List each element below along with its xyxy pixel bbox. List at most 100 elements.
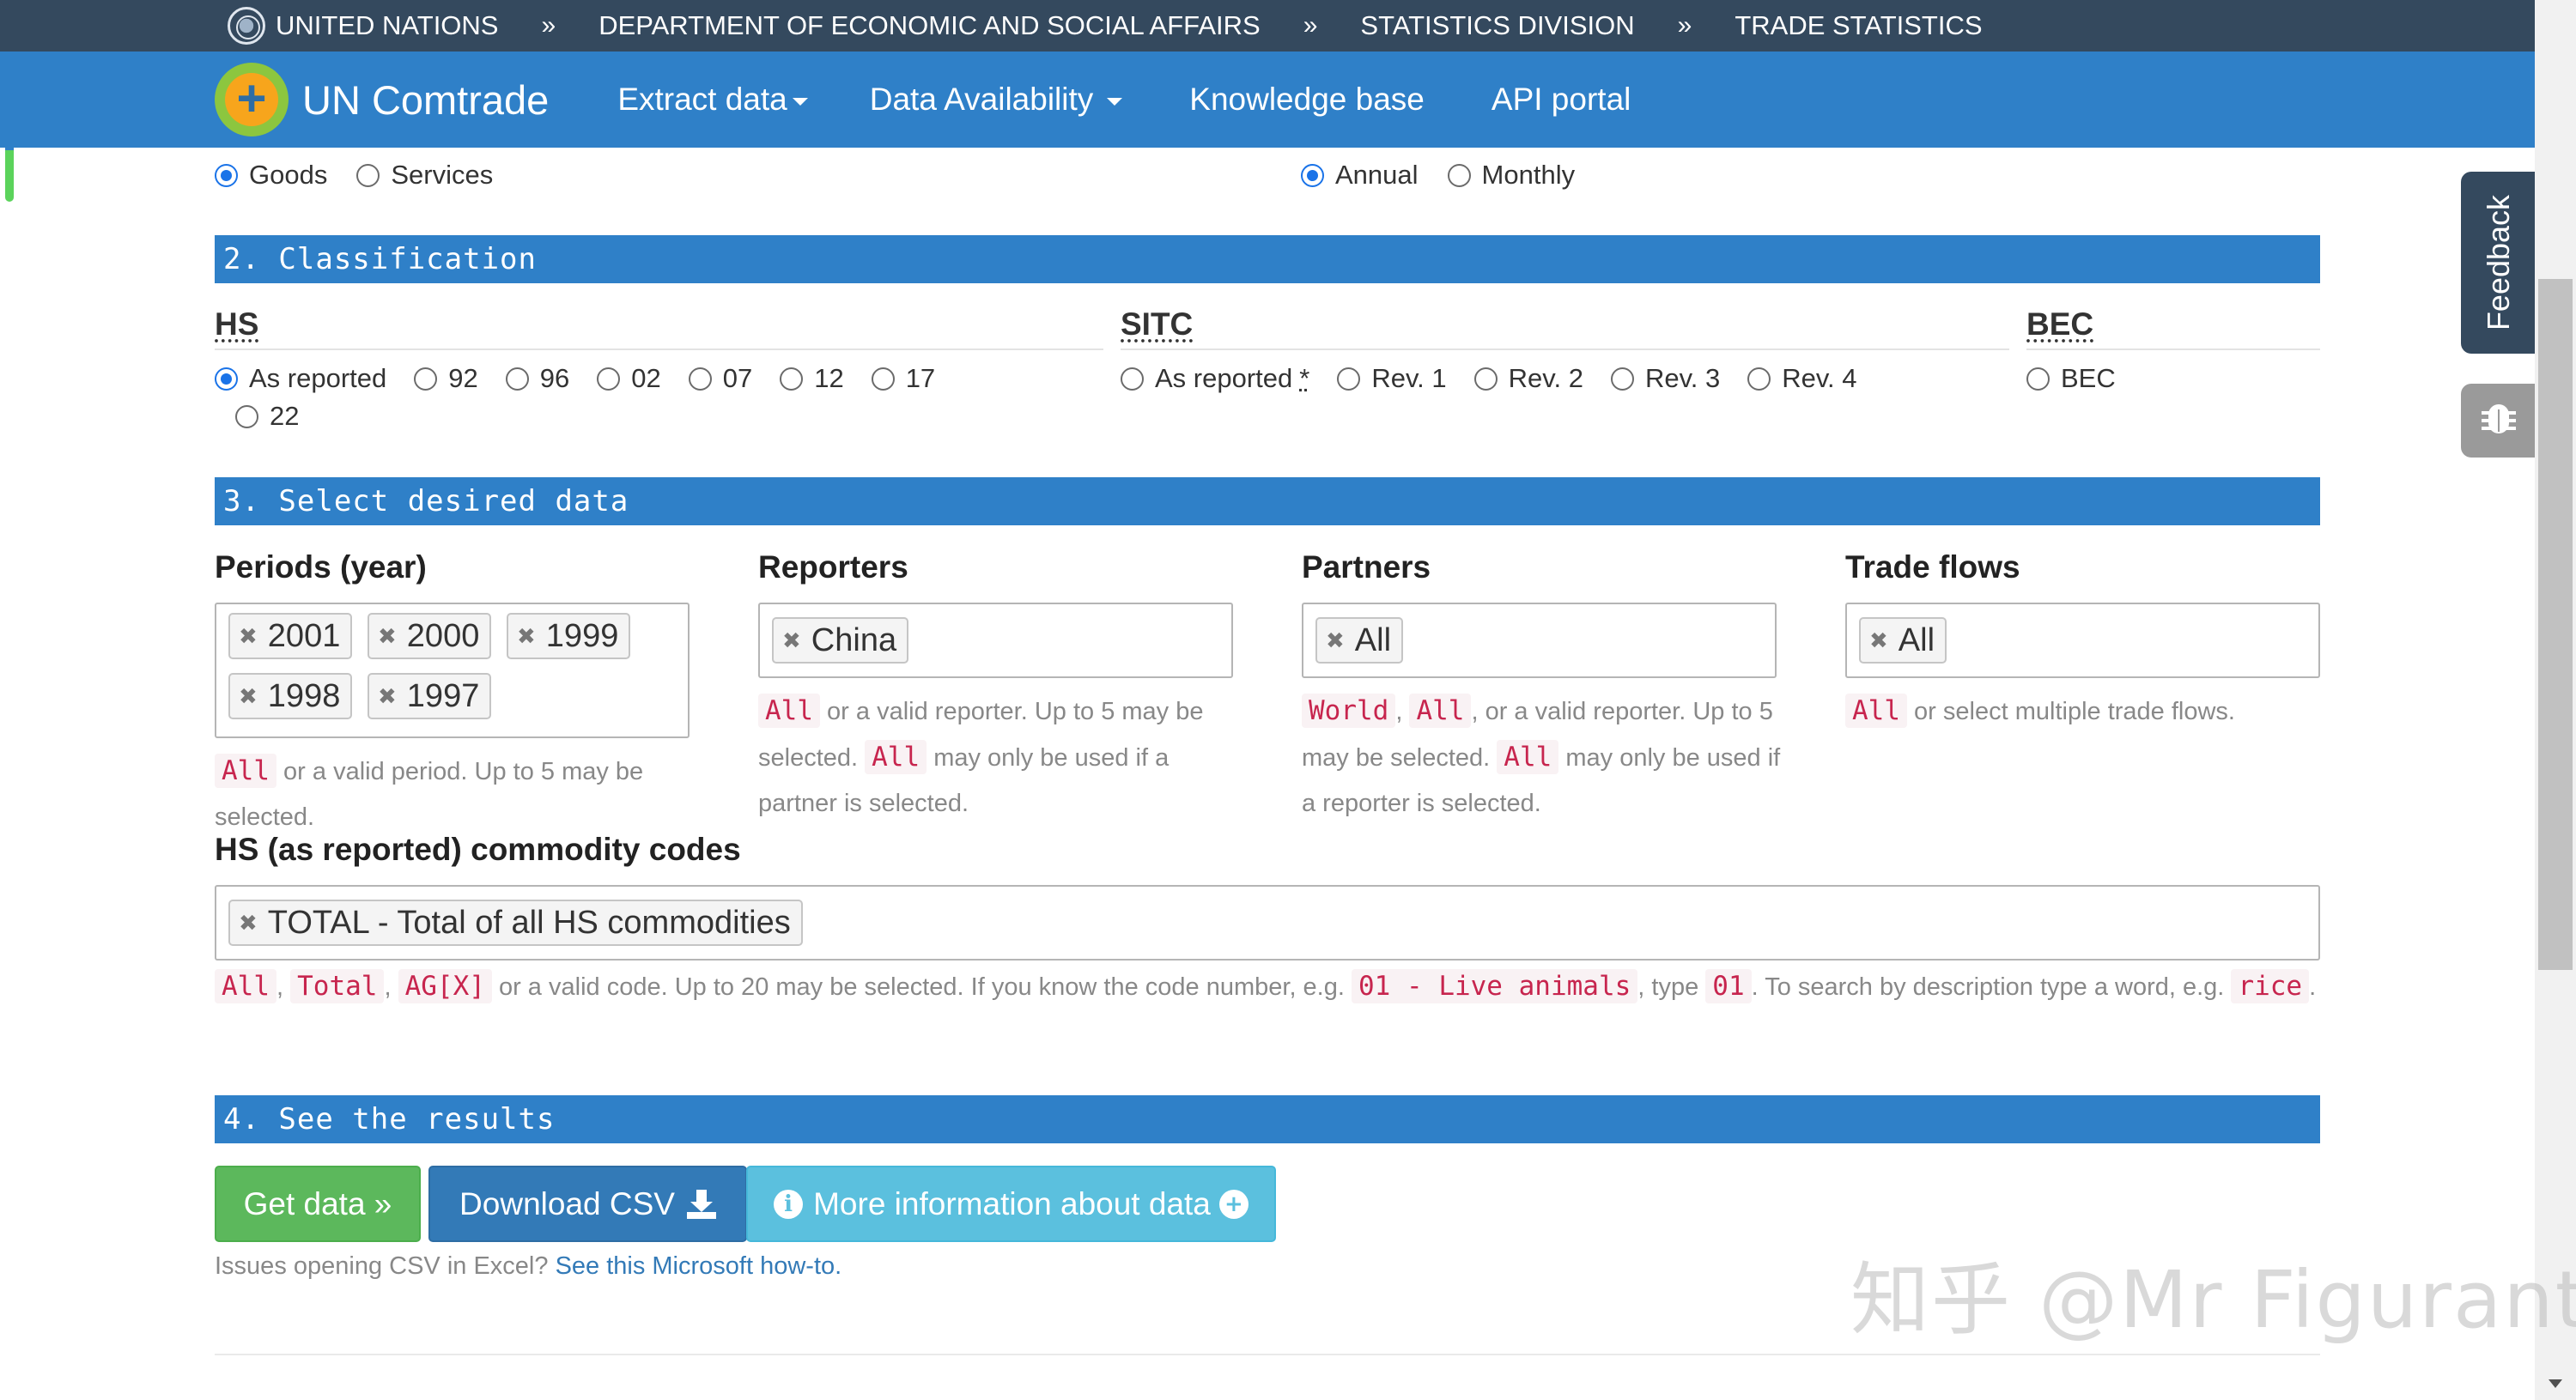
plus-circle-icon: + xyxy=(1218,1189,1249,1219)
radio-hs-12[interactable]: 12 xyxy=(780,363,844,394)
crumb-united-nations-label[interactable]: UNITED NATIONS xyxy=(276,10,499,41)
sitc-asterisk-note[interactable]: * xyxy=(1299,363,1309,394)
radio-hs-96-label: 96 xyxy=(539,363,570,393)
report-bug-button[interactable] xyxy=(2461,384,2537,458)
remove-tag-icon[interactable]: ✖ xyxy=(1326,627,1345,654)
remove-tag-icon[interactable]: ✖ xyxy=(517,623,536,650)
download-csv-button[interactable]: Download CSV xyxy=(428,1166,747,1242)
radio-monthly-label: Monthly xyxy=(1481,160,1576,190)
radio-sitc-rev2-control[interactable] xyxy=(1473,367,1498,391)
radio-hs-12-label: 12 xyxy=(814,363,844,393)
radio-sitc-rev4-label: Rev. 4 xyxy=(1782,363,1857,393)
remove-tag-icon[interactable]: ✖ xyxy=(378,683,397,710)
radio-services[interactable]: Services xyxy=(356,160,493,191)
radio-monthly-control[interactable] xyxy=(1447,163,1471,187)
crumb-separator: » xyxy=(1677,11,1692,39)
radio-sitc-rev1-control[interactable] xyxy=(1337,367,1361,391)
radio-sitc-as-reported[interactable]: As reported * xyxy=(1121,363,1309,394)
partners-label: Partners xyxy=(1302,549,1431,585)
crumb-desa[interactable]: DEPARTMENT OF ECONOMIC AND SOCIAL AFFAIR… xyxy=(598,10,1261,41)
reporters-help: All or a valid reporter. Up to 5 may be … xyxy=(758,688,1239,827)
radio-sitc-rev1[interactable]: Rev. 1 xyxy=(1337,363,1447,394)
partners-select[interactable]: ✖ All xyxy=(1302,603,1777,678)
bug-icon xyxy=(2482,404,2516,433)
radio-hs-22[interactable]: 22 xyxy=(235,401,299,432)
periods-select[interactable]: ✖ 2001 ✖ 2000 ✖ 1999 ✖ 1998 ✖ 1997 xyxy=(215,603,690,738)
trade-flows-label: Trade flows xyxy=(1845,549,2020,585)
radio-hs-96[interactable]: 96 xyxy=(505,363,570,394)
radio-bec[interactable]: BEC xyxy=(2026,363,2116,394)
scrollbar-thumb[interactable] xyxy=(2538,279,2573,970)
remove-tag-icon[interactable]: ✖ xyxy=(239,683,258,710)
trade-flows-select[interactable]: ✖ All xyxy=(1845,603,2320,678)
radio-hs-22-control[interactable] xyxy=(235,404,258,428)
radio-hs-96-control[interactable] xyxy=(505,367,529,391)
radio-hs-as-reported-control[interactable] xyxy=(215,367,238,391)
radio-annual[interactable]: Annual xyxy=(1301,160,1419,191)
radio-hs-07-control[interactable] xyxy=(688,367,712,391)
radio-hs-17[interactable]: 17 xyxy=(871,363,935,394)
crumb-trade-statistics[interactable]: TRADE STATISTICS xyxy=(1735,10,1982,41)
remove-tag-icon[interactable]: ✖ xyxy=(378,623,397,650)
scroll-down-arrow-icon[interactable] xyxy=(2549,1379,2562,1388)
feedback-tab[interactable]: Feedback xyxy=(2461,172,2537,354)
radio-bec-control[interactable] xyxy=(2026,367,2050,391)
period-tag-1998: ✖ 1998 xyxy=(228,673,353,719)
nav-knowledge-base[interactable]: Knowledge base xyxy=(1189,82,1425,118)
brand-link[interactable]: UN Comtrade xyxy=(215,63,549,136)
remove-tag-icon[interactable]: ✖ xyxy=(239,910,258,936)
radio-sitc-rev4[interactable]: Rev. 4 xyxy=(1747,363,1857,394)
nav-api-portal[interactable]: API portal xyxy=(1492,82,1631,118)
comtrade-logo-icon xyxy=(215,63,289,136)
reporters-select[interactable]: ✖ China xyxy=(758,603,1233,678)
more-info-label: More information about data xyxy=(813,1185,1211,1221)
radio-goods[interactable]: Goods xyxy=(215,160,327,191)
help-code: All xyxy=(1497,740,1559,774)
microsoft-howto-link[interactable]: See this Microsoft how-to. xyxy=(556,1252,842,1280)
radio-hs-92[interactable]: 92 xyxy=(414,363,478,394)
radio-annual-control[interactable] xyxy=(1301,163,1324,187)
radio-hs-07[interactable]: 07 xyxy=(688,363,752,394)
radio-sitc-as-reported-label: As reported xyxy=(1155,363,1293,393)
radio-sitc-rev4-control[interactable] xyxy=(1747,367,1771,391)
help-text: , xyxy=(1395,698,1410,725)
radio-monthly[interactable]: Monthly xyxy=(1447,160,1576,191)
radio-goods-control[interactable] xyxy=(215,163,238,187)
crumb-united-nations[interactable]: UNITED NATIONS xyxy=(228,7,499,45)
radio-hs-17-control[interactable] xyxy=(871,367,895,391)
radio-sitc-rev2-label: Rev. 2 xyxy=(1508,363,1583,393)
radio-hs-02[interactable]: 02 xyxy=(597,363,661,394)
help-code: All xyxy=(215,754,276,788)
nav-data-availability[interactable]: Data Availability xyxy=(870,82,1123,118)
radio-services-control[interactable] xyxy=(356,163,380,187)
remove-tag-icon[interactable]: ✖ xyxy=(1869,627,1888,654)
radio-hs-02-control[interactable] xyxy=(597,367,621,391)
crumb-statistics-division[interactable]: STATISTICS DIVISION xyxy=(1360,10,1634,41)
get-data-button[interactable]: Get data » xyxy=(215,1166,421,1242)
radio-hs-as-reported[interactable]: As reported xyxy=(215,363,386,394)
bec-divider xyxy=(2026,348,2320,350)
radio-sitc-rev2[interactable]: Rev. 2 xyxy=(1473,363,1583,394)
hs-divider xyxy=(215,348,1103,350)
section-results-heading: 4. See the results xyxy=(215,1095,2320,1143)
remove-tag-icon[interactable]: ✖ xyxy=(782,627,801,654)
radio-hs-12-control[interactable] xyxy=(780,367,804,391)
classification-sitc-title: SITC xyxy=(1121,306,1194,342)
help-code: World xyxy=(1302,694,1396,728)
radio-sitc-rev3-control[interactable] xyxy=(1610,367,1634,391)
radio-sitc-rev3[interactable]: Rev. 3 xyxy=(1610,363,1720,394)
classification-hs-title: HS xyxy=(215,306,259,342)
sitc-radio-group: As reported * Rev. 1 Rev. 2 Rev. 3 Rev. 4 xyxy=(1121,360,1857,397)
page-scrollbar[interactable] xyxy=(2535,0,2576,1400)
radio-sitc-as-reported-control[interactable] xyxy=(1121,367,1144,391)
more-info-button[interactable]: i More information about data + xyxy=(746,1166,1276,1242)
help-text: , type xyxy=(1637,973,1706,1001)
section-classification-heading: 2. Classification xyxy=(215,235,2320,283)
nav-extract-data[interactable]: Extract data xyxy=(617,82,808,118)
help-code: rice xyxy=(2231,969,2310,1003)
radio-hs-92-control[interactable] xyxy=(414,367,438,391)
commodity-codes-select[interactable]: ✖ TOTAL - Total of all HS commodities xyxy=(215,885,2320,961)
watermark: 知乎 @Mr Figurant xyxy=(1850,1254,2576,1346)
remove-tag-icon[interactable]: ✖ xyxy=(239,623,258,650)
type-radio-group: Goods Services xyxy=(215,160,522,191)
